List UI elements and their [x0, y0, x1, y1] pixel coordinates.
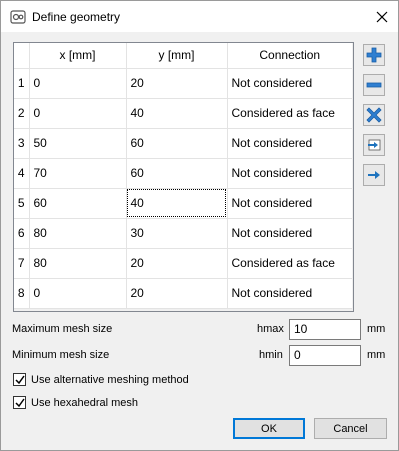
- cell-y[interactable]: 40: [126, 98, 228, 129]
- column-header-x[interactable]: x [mm]: [29, 43, 127, 69]
- alt-meshing-label: Use alternative meshing method: [31, 373, 189, 386]
- hexahedral-checkbox[interactable]: Use hexahedral mesh: [13, 396, 138, 409]
- hmax-symbol: hmax: [257, 323, 284, 335]
- hexahedral-label: Use hexahedral mesh: [31, 396, 139, 409]
- app-icon: [10, 9, 26, 25]
- remove-row-button[interactable]: [363, 74, 385, 96]
- cell-connection[interactable]: Not considered: [227, 188, 352, 219]
- insert-icon: [368, 139, 381, 151]
- plus-icon: [366, 47, 382, 63]
- row-number[interactable]: 7: [14, 248, 30, 279]
- cross-icon: [366, 107, 382, 123]
- checkmark-icon: [14, 375, 25, 384]
- row-number-header: [14, 43, 30, 69]
- row-number[interactable]: 1: [14, 68, 30, 99]
- cell-y-selected[interactable]: 40: [126, 188, 228, 219]
- define-geometry-dialog: Define geometry x [mm] y [mm] Connection…: [0, 0, 399, 451]
- min-mesh-label: Minimum mesh size: [12, 349, 110, 361]
- arrow-right-icon: [368, 171, 380, 179]
- close-button[interactable]: [366, 1, 398, 32]
- cell-connection[interactable]: Considered as face: [227, 248, 352, 279]
- hmin-symbol: hmin: [259, 349, 283, 361]
- table-row: 3 50 60 Not considered: [14, 128, 352, 159]
- cancel-button[interactable]: Cancel: [314, 418, 387, 439]
- table-row: 4 70 60 Not considered: [14, 158, 352, 189]
- hmin-input[interactable]: 0: [289, 345, 361, 366]
- minus-icon: [366, 82, 382, 88]
- hmax-unit: mm: [367, 323, 386, 335]
- cell-y[interactable]: 60: [126, 128, 228, 159]
- max-mesh-label: Maximum mesh size: [12, 323, 113, 335]
- cell-x[interactable]: 0: [29, 278, 127, 309]
- cell-x[interactable]: 80: [29, 218, 127, 249]
- ok-button[interactable]: OK: [233, 418, 305, 439]
- cell-y[interactable]: 30: [126, 218, 228, 249]
- checkmark-icon: [14, 398, 25, 407]
- row-number[interactable]: 2: [14, 98, 30, 129]
- table-row: 8 0 20 Not considered: [14, 278, 352, 309]
- cell-connection[interactable]: Not considered: [227, 158, 352, 189]
- cell-connection[interactable]: Considered as face: [227, 98, 352, 129]
- cell-y[interactable]: 20: [126, 68, 228, 99]
- append-row-button[interactable]: [363, 164, 385, 186]
- table-header-row: x [mm] y [mm] Connection: [14, 43, 352, 69]
- cell-x[interactable]: 60: [29, 188, 127, 219]
- cell-x[interactable]: 80: [29, 248, 127, 279]
- table-row: 6 80 30 Not considered: [14, 218, 352, 249]
- column-header-y[interactable]: y [mm]: [126, 43, 228, 69]
- column-header-connection[interactable]: Connection: [227, 43, 352, 69]
- alt-meshing-checkbox[interactable]: Use alternative meshing method: [13, 373, 189, 386]
- cell-x[interactable]: 0: [29, 98, 127, 129]
- row-number[interactable]: 3: [14, 128, 30, 159]
- cell-x[interactable]: 70: [29, 158, 127, 189]
- row-number[interactable]: 5: [14, 188, 30, 219]
- table-row: 2 0 40 Considered as face: [14, 98, 352, 129]
- cell-connection[interactable]: Not considered: [227, 68, 352, 99]
- cell-y[interactable]: 20: [126, 248, 228, 279]
- close-icon: [376, 11, 388, 22]
- table-row: 7 80 20 Considered as face: [14, 248, 352, 279]
- delete-all-button[interactable]: [363, 104, 385, 126]
- row-number[interactable]: 4: [14, 158, 30, 189]
- geometry-grid[interactable]: x [mm] y [mm] Connection 1 0 20 Not cons…: [13, 42, 354, 312]
- hmin-unit: mm: [367, 349, 386, 361]
- table-row: 5 60 40 Not considered: [14, 188, 352, 219]
- hmax-input[interactable]: 10: [289, 319, 361, 340]
- cell-connection[interactable]: Not considered: [227, 218, 352, 249]
- row-number[interactable]: 6: [14, 218, 30, 249]
- cell-y[interactable]: 20: [126, 278, 228, 309]
- cell-y[interactable]: 60: [126, 158, 228, 189]
- row-number[interactable]: 8: [14, 278, 30, 309]
- geometry-table: x [mm] y [mm] Connection 1 0 20 Not cons…: [14, 43, 352, 309]
- add-row-button[interactable]: [363, 44, 385, 66]
- cell-x[interactable]: 50: [29, 128, 127, 159]
- table-row: 1 0 20 Not considered: [14, 68, 352, 99]
- insert-row-button[interactable]: [363, 134, 385, 156]
- title-bar: Define geometry: [1, 1, 398, 32]
- window-title: Define geometry: [32, 10, 121, 24]
- cell-connection[interactable]: Not considered: [227, 278, 352, 309]
- checkbox-box[interactable]: [13, 396, 26, 409]
- checkbox-box[interactable]: [13, 373, 26, 386]
- cell-connection[interactable]: Not considered: [227, 128, 352, 159]
- cell-x[interactable]: 0: [29, 68, 127, 99]
